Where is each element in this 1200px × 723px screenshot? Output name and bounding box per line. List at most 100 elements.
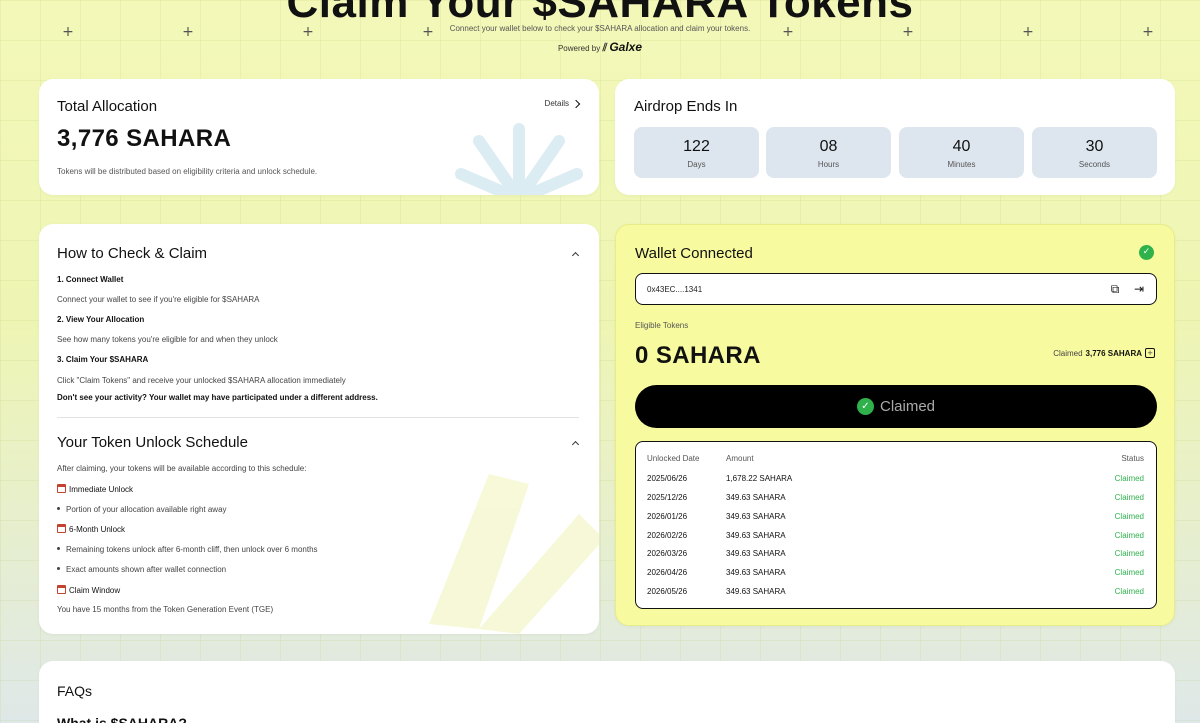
sunburst-decoration-icon	[455, 123, 583, 195]
powered-by-brand: Galxe	[609, 40, 643, 54]
wallet-address-field: 0x43EC....1341 ⧉ ⇥	[635, 273, 1157, 305]
galxe-logo-icon: ⫽	[602, 42, 608, 54]
row-amount: 349.63 SAHARA	[726, 512, 786, 521]
row-date: 2025/06/26	[647, 474, 688, 483]
table-row: 2026/04/26 349.63 SAHARA Claimed	[647, 568, 1144, 580]
step-title: 2. View Your Allocation	[57, 315, 145, 324]
table-row: 2026/02/26 349.63 SAHARA Claimed	[647, 531, 1144, 543]
airdrop-title: Airdrop Ends In	[634, 98, 738, 115]
countdown-minutes: 40 Minutes	[899, 127, 1024, 178]
column-header-amount: Amount	[726, 454, 754, 463]
row-status: Claimed	[1114, 587, 1144, 596]
step-title: 3. Claim Your $SAHARA	[57, 355, 149, 364]
how-to-claim-card: How to Check & Claim 1. Connect Wallet C…	[39, 224, 599, 634]
check-icon: ✓	[1139, 245, 1154, 260]
countdown-value: 40	[952, 138, 971, 155]
table-row: 2026/01/26 349.63 SAHARA Claimed	[647, 512, 1144, 524]
row-date: 2026/03/26	[647, 549, 688, 558]
bullet-icon	[57, 507, 60, 510]
bullet-text: Remaining tokens unlock after 6-month cl…	[66, 545, 318, 554]
bullet-item: Portion of your allocation available rig…	[57, 505, 227, 514]
countdown-days: 122 Days	[634, 127, 759, 178]
calendar-icon	[57, 585, 66, 594]
step-text: Connect your wallet to see if you're eli…	[57, 295, 260, 304]
bullet-item: Remaining tokens unlock after 6-month cl…	[57, 545, 318, 554]
details-label: Details	[544, 99, 569, 108]
eligible-amount: 0 SAHARA	[635, 342, 761, 369]
claimed-amount: 3,776 SAHARA	[1085, 348, 1142, 358]
copy-icon[interactable]: ⧉	[1108, 282, 1122, 296]
wallet-address: 0x43EC....1341	[647, 285, 703, 294]
total-allocation-title: Total Allocation	[57, 98, 158, 115]
powered-by: Powered by ⫽ Galxe	[0, 40, 1200, 55]
airdrop-countdown-card: Airdrop Ends In 122 Days 08 Hours 40 Min…	[615, 79, 1175, 195]
row-amount: 1,678.22 SAHARA	[726, 474, 793, 483]
row-amount: 349.63 SAHARA	[726, 549, 786, 558]
ribbon-decoration-icon	[429, 474, 599, 634]
row-amount: 349.63 SAHARA	[726, 493, 786, 502]
six-month-unlock-heading: 6-Month Unlock	[57, 524, 125, 534]
countdown-label: Hours	[817, 160, 840, 169]
row-date: 2025/12/26	[647, 493, 688, 502]
claimed-button[interactable]: ✓ Claimed	[635, 385, 1157, 428]
powered-by-label: Powered by	[557, 44, 601, 53]
allocation-note: Tokens will be distributed based on elig…	[57, 167, 318, 176]
chevron-right-icon	[571, 99, 581, 108]
unlock-schedule-title: Your Token Unlock Schedule	[57, 434, 248, 451]
table-row: 2026/03/26 349.63 SAHARA Claimed	[647, 549, 1144, 561]
collapse-icon[interactable]	[571, 251, 580, 260]
logout-icon[interactable]: ⇥	[1132, 282, 1146, 296]
step-text: See how many tokens you're eligible for …	[57, 335, 278, 344]
row-date: 2026/05/26	[647, 587, 688, 596]
details-link[interactable]: Details	[544, 99, 581, 108]
bullet-text: Exact amounts shown after wallet connect…	[66, 565, 227, 574]
countdown-label: Days	[687, 160, 706, 169]
countdown-value: 30	[1085, 138, 1104, 155]
wallet-title: Wallet Connected	[635, 245, 753, 262]
eligible-label: Eligible Tokens	[635, 321, 689, 330]
bullet-icon	[57, 567, 60, 570]
claimed-summary: Claimed 3,776 SAHARA +	[1053, 348, 1155, 358]
unlock-schedule-table: Unlocked Date Amount Status 2025/06/26 1…	[635, 441, 1157, 609]
row-status: Claimed	[1114, 531, 1144, 540]
table-row: 2025/12/26 349.63 SAHARA Claimed	[647, 493, 1144, 505]
wallet-add-icon[interactable]: +	[1145, 348, 1155, 358]
allocation-amount: 3,776 SAHARA	[57, 125, 232, 152]
faq-card: FAQs What is $SAHARA?	[39, 661, 1175, 723]
faq-title: FAQs	[57, 683, 93, 699]
page-subtitle: Connect your wallet below to check your …	[449, 24, 751, 33]
calendar-icon	[57, 524, 66, 533]
total-allocation-card: Total Allocation Details 3,776 SAHARA To…	[39, 79, 599, 195]
section-divider	[57, 417, 579, 418]
bullet-text: Portion of your allocation available rig…	[66, 505, 227, 514]
column-header-status: Status	[1121, 454, 1144, 463]
wallet-claim-card: Wallet Connected ✓ 0x43EC....1341 ⧉ ⇥ El…	[615, 224, 1175, 626]
immediate-unlock-title: Immediate Unlock	[69, 485, 134, 494]
how-to-title: How to Check & Claim	[57, 245, 208, 262]
step-title: 1. Connect Wallet	[57, 275, 124, 284]
countdown-hours: 08 Hours	[766, 127, 891, 178]
countdown-seconds: 30 Seconds	[1032, 127, 1157, 178]
row-status: Claimed	[1114, 549, 1144, 558]
faq-question[interactable]: What is $SAHARA?	[57, 715, 187, 723]
countdown-label: Minutes	[947, 160, 976, 169]
row-status: Claimed	[1114, 512, 1144, 521]
column-header-date: Unlocked Date	[647, 454, 700, 463]
step-text: Click "Claim Tokens" and receive your un…	[57, 376, 346, 385]
collapse-icon[interactable]	[571, 440, 580, 449]
six-month-unlock-title: 6-Month Unlock	[69, 525, 126, 534]
table-header: Unlocked Date Amount Status	[647, 454, 1144, 466]
countdown-label: Seconds	[1078, 160, 1111, 169]
row-status: Claimed	[1114, 474, 1144, 483]
claim-window-heading: Claim Window	[57, 585, 120, 595]
row-amount: 349.63 SAHARA	[726, 531, 786, 540]
table-row: 2025/06/26 1,678.22 SAHARA Claimed	[647, 474, 1144, 486]
immediate-unlock-heading: Immediate Unlock	[57, 484, 133, 494]
row-date: 2026/04/26	[647, 568, 688, 577]
row-date: 2026/01/26	[647, 512, 688, 521]
unlock-intro: After claiming, your tokens will be avai…	[57, 464, 307, 473]
countdown-value: 08	[819, 138, 838, 155]
row-amount: 349.63 SAHARA	[726, 587, 786, 596]
row-date: 2026/02/26	[647, 531, 688, 540]
claimed-button-label: Claimed	[879, 398, 936, 415]
